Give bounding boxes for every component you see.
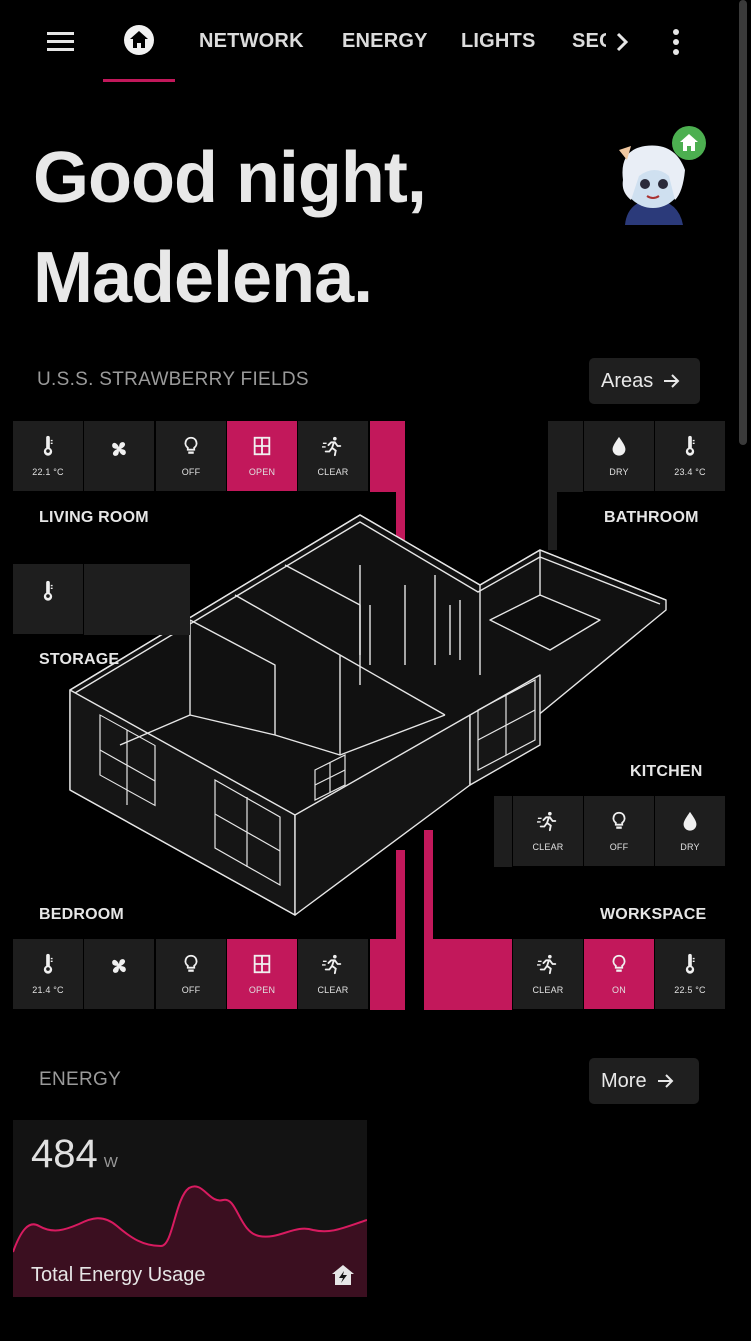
greeting: Good night, Madelena. [33,128,427,328]
bedroom-temperature-tile[interactable]: 21.4 °C [13,939,83,1009]
tab-network[interactable]: NETWORK [199,30,304,53]
more-button-label: More [601,1069,647,1092]
room-label-bedroom: BEDROOM [39,906,124,923]
tile-label: CLEAR [317,985,349,995]
storage-temperature-tile[interactable] [13,564,83,634]
window-icon [251,435,273,457]
menu-icon[interactable] [46,30,76,54]
thermometer-icon [37,435,59,457]
living-room-motion-tile[interactable]: CLEAR [298,421,368,491]
water-drop-icon [679,810,701,832]
tile-label: CLEAR [532,842,564,852]
tab-energy[interactable]: ENERGY [342,30,428,53]
connector-bedroom [370,939,405,1010]
tile-label: 21.4 °C [32,985,64,995]
fan-icon [108,955,130,977]
bulb-icon [180,953,202,975]
energy-usage-card[interactable]: 484 W Total Energy Usage [13,1120,367,1297]
motion-icon [322,435,344,457]
tile-label: 22.1 °C [32,467,64,477]
connector-workspace [424,939,512,1010]
tile-label: OPEN [248,985,276,995]
tab-security[interactable]: SEC [572,30,606,53]
bedroom-light-tile[interactable]: OFF [156,939,226,1009]
living-room-fan-tile[interactable] [84,421,154,491]
more-vert-icon[interactable] [666,27,686,57]
tab-home[interactable] [103,18,175,68]
room-label-bathroom: BATHROOM [604,509,699,526]
room-label-kitchen: KITCHEN [630,763,703,780]
home-section-title: U.S.S. STRAWBERRY FIELDS [37,369,309,390]
tile-label: OFF [181,985,201,995]
tile-label: 22.5 °C [674,985,706,995]
living-room-light-tile[interactable]: OFF [156,421,226,491]
bedroom-fan-tile[interactable] [84,939,154,1009]
room-label-living-room: LIVING ROOM [39,509,149,526]
home-badge-icon [672,126,706,160]
arrow-right-icon [657,1074,673,1088]
bulb-icon [608,810,630,832]
connector-bathroom [548,421,583,492]
tile-label: OPEN [248,467,276,477]
motion-icon [322,953,344,975]
scrollbar-thumb[interactable] [739,0,747,445]
living-room-temperature-tile[interactable]: 22.1 °C [13,421,83,491]
home-lightning-icon [332,1265,354,1285]
kitchen-motion-tile[interactable]: CLEAR [513,796,583,866]
thermometer-icon [37,580,59,602]
thermometer-icon [679,435,701,457]
tile-label: ON [612,985,626,995]
home-icon [124,25,154,55]
arrow-right-icon [664,374,680,388]
living-room-window-tile[interactable]: OPEN [227,421,297,491]
tile-label: OFF [181,467,201,477]
areas-button-label: Areas [601,369,654,392]
areas-button[interactable]: Areas [589,358,700,404]
room-label-storage: STORAGE [39,651,120,668]
energy-card-label: Total Energy Usage [31,1264,206,1286]
more-button[interactable]: More [589,1058,699,1104]
motion-icon [537,810,559,832]
avatar[interactable] [605,126,707,230]
energy-unit: W [103,1154,118,1171]
tile-label: DRY [609,467,629,477]
greeting-line-1: Good night, [33,138,427,218]
tile-label: DRY [680,842,700,852]
connector-living-room [370,421,405,492]
energy-section-title: ENERGY [39,1069,122,1090]
water-drop-icon [608,435,630,457]
top-app-bar: NETWORK ENERGY LIGHTS SEC [0,0,751,84]
bedroom-window-tile[interactable]: OPEN [227,939,297,1009]
thermometer-icon [37,953,59,975]
tile-label: CLEAR [532,985,564,995]
bulb-icon [180,435,202,457]
storage-connector [84,564,190,635]
bathroom-temperature-tile[interactable]: 23.4 °C [655,421,725,491]
bedroom-motion-tile[interactable]: CLEAR [298,939,368,1009]
kitchen-moisture-tile[interactable]: DRY [655,796,725,866]
tile-label: OFF [609,842,629,852]
room-label-workspace: WORKSPACE [600,906,707,923]
workspace-temperature-tile[interactable]: 22.5 °C [655,939,725,1009]
tab-lights[interactable]: LIGHTS [461,30,536,53]
kitchen-light-tile[interactable]: OFF [584,796,654,866]
bulb-icon [608,953,630,975]
chevron-right-icon[interactable] [612,30,632,54]
workspace-light-tile[interactable]: ON [584,939,654,1009]
window-icon [251,953,273,975]
thermometer-icon [679,953,701,975]
tile-label: CLEAR [317,467,349,477]
tile-label: 23.4 °C [674,467,706,477]
workspace-motion-tile[interactable]: CLEAR [513,939,583,1009]
bathroom-moisture-tile[interactable]: DRY [584,421,654,491]
fan-icon [108,438,130,460]
greeting-line-2: Madelena. [33,238,373,318]
active-tab-indicator [103,79,175,82]
motion-icon [537,953,559,975]
